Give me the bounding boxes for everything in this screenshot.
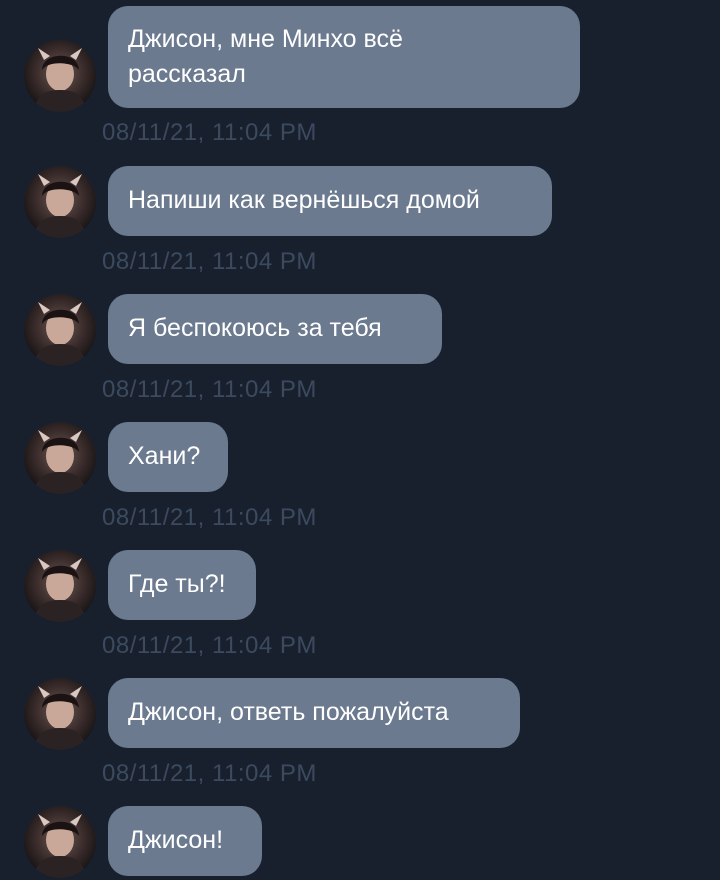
message-text: Джисон! [128, 826, 224, 854]
message-bubble[interactable]: Напиши как вернёшься домой [108, 166, 552, 236]
contact-avatar[interactable] [24, 294, 96, 366]
avatar-photo-icon [34, 814, 86, 878]
message-timestamp: 08/11/21, 11:04 PM [102, 504, 317, 531]
avatar-photo-icon [34, 48, 86, 112]
chat-feed: Джисон, мне Минхо всё рассказал 08/11/21… [0, 0, 720, 880]
avatar-photo-icon [34, 558, 86, 622]
avatar-photo-icon [34, 686, 86, 750]
contact-avatar[interactable] [24, 550, 96, 622]
message-bubble[interactable]: Джисон, мне Минхо всё рассказал [108, 6, 580, 108]
message-text: Хани? [128, 442, 201, 470]
contact-avatar[interactable] [24, 678, 96, 750]
contact-avatar[interactable] [24, 166, 96, 238]
message-text: рассказал [128, 60, 246, 88]
message-bubble[interactable]: Хани? [108, 422, 228, 492]
message-timestamp: 08/11/21, 11:04 PM [102, 119, 317, 146]
avatar-photo-icon [34, 174, 86, 238]
message-bubble[interactable]: Джисон, ответь пожалуйста [108, 678, 520, 748]
message-timestamp: 08/11/21, 11:04 PM [102, 632, 317, 659]
avatar-photo-icon [34, 430, 86, 494]
message-timestamp: 08/11/21, 11:04 PM [102, 376, 317, 403]
contact-avatar[interactable] [24, 40, 96, 112]
contact-avatar[interactable] [24, 422, 96, 494]
message-timestamp: 08/11/21, 11:04 PM [102, 760, 317, 787]
message-text: Джисон, мне Минхо всё [128, 25, 403, 53]
message-bubble[interactable]: Где ты?! [108, 550, 256, 620]
message-timestamp: 08/11/21, 11:04 PM [102, 248, 317, 275]
avatar-photo-icon [34, 302, 86, 366]
message-bubble[interactable]: Я беспокоюсь за тебя [108, 294, 442, 364]
message-text: Где ты?! [128, 570, 226, 598]
message-bubble[interactable]: Джисон! [108, 806, 262, 876]
message-text: Я беспокоюсь за тебя [128, 314, 382, 342]
message-text: Джисон, ответь пожалуйста [128, 698, 449, 726]
message-text: Напиши как вернёшься домой [128, 186, 480, 214]
contact-avatar[interactable] [24, 806, 96, 878]
